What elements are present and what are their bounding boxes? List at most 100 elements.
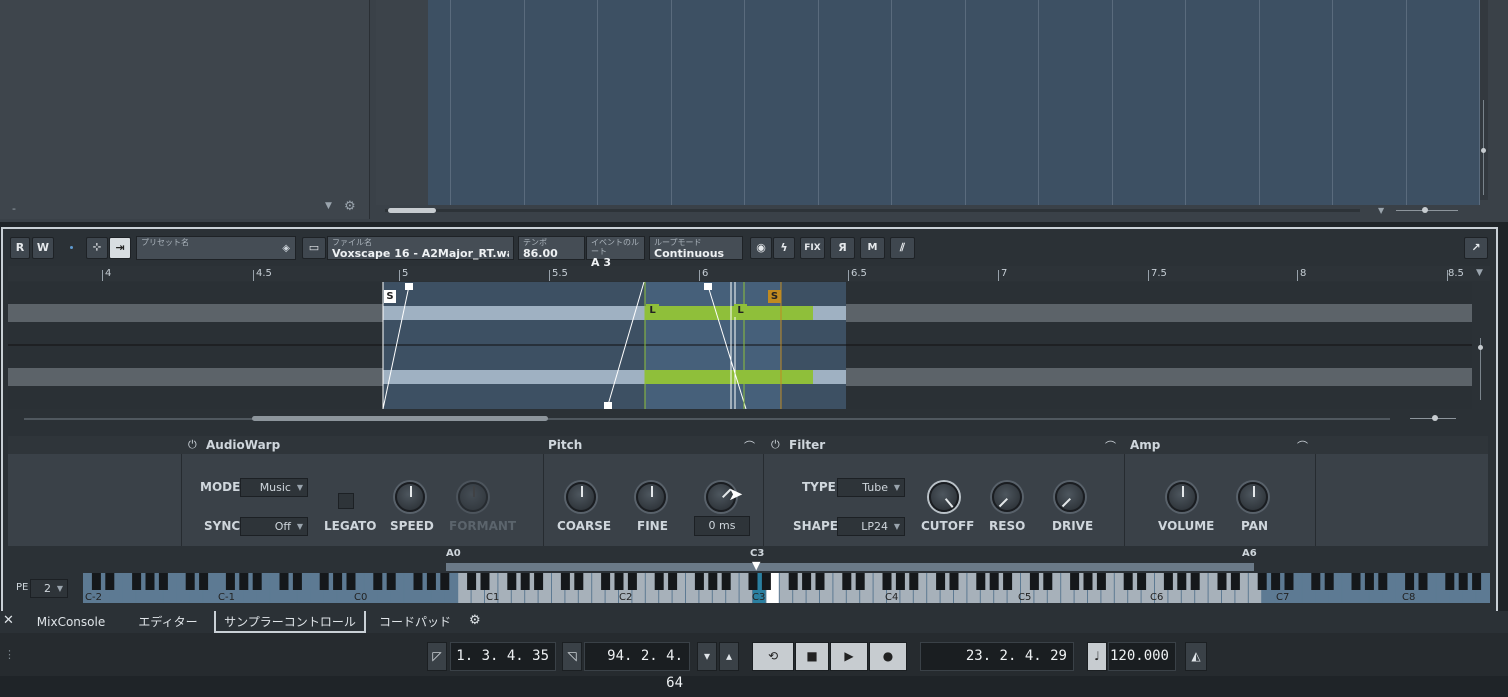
mode-dropdown[interactable]: Music	[240, 478, 308, 497]
key-range-bar[interactable]	[446, 563, 1254, 571]
tab-editor[interactable]: エディター	[128, 611, 208, 633]
root-key-marker-icon[interactable]: ▼	[752, 559, 760, 572]
select-tool-icon[interactable]: ⇥	[109, 237, 131, 259]
range-high-label: A6	[1242, 548, 1257, 559]
play-icon[interactable]: ▶	[830, 642, 868, 671]
speed-knob[interactable]	[395, 482, 425, 512]
reverse-button[interactable]: Я	[830, 237, 855, 259]
filter-envelope-icon[interactable]: ⌒	[1105, 438, 1116, 454]
filter-power-icon[interactable]: ⏻	[771, 438, 780, 452]
close-icon[interactable]: ✕	[3, 613, 14, 628]
fine-knob[interactable]	[636, 482, 666, 512]
audiowarp-power-icon[interactable]: ⏻	[188, 438, 197, 452]
pan-knob[interactable]	[1238, 482, 1268, 512]
fix-button[interactable]: FIX	[800, 237, 825, 259]
vertical-zoom[interactable]	[1480, 0, 1488, 200]
tempo-track-icon[interactable]: ♩	[1087, 642, 1107, 671]
right-locator-icon[interactable]: ◹	[562, 642, 582, 671]
horizontal-scrollbar[interactable]	[385, 209, 1360, 212]
lightning-icon[interactable]: ϟ	[773, 237, 795, 259]
sustain-marker-label[interactable]: S	[768, 290, 781, 303]
black-key	[319, 573, 329, 590]
event-root-field[interactable]: イベントのルート A 3	[586, 236, 645, 269]
filter-shape-dropdown[interactable]: LP24	[837, 517, 905, 536]
right-locator-field[interactable]: 94. 2. 4. 64	[584, 642, 690, 691]
formant-knob[interactable]	[458, 482, 488, 512]
black-key	[802, 573, 812, 590]
read-button[interactable]: R	[10, 237, 30, 259]
drive-label: DRIVE	[1052, 519, 1094, 533]
legato-checkbox[interactable]	[338, 493, 354, 509]
black-key	[507, 573, 517, 590]
warp-icon[interactable]: ⫽	[890, 237, 915, 259]
reso-knob[interactable]	[992, 482, 1022, 512]
wave-scrollbar-thumb[interactable]	[252, 416, 548, 421]
black-key	[373, 573, 383, 590]
write-button[interactable]: W	[32, 237, 54, 259]
zoom-dropdown-icon[interactable]: ▼	[1378, 206, 1384, 215]
time-ruler[interactable]: 4 4.5 5 5.5 6 6.5 7 7.5 8 8.5 ▼	[8, 266, 1490, 281]
wave-scrollbar[interactable]	[24, 418, 1390, 420]
cutoff-knob[interactable]	[929, 482, 959, 512]
wave-zoom[interactable]	[1478, 338, 1484, 400]
dropdown-icon[interactable]: ▼	[325, 201, 332, 211]
open-editor-icon[interactable]: ↗	[1464, 237, 1488, 259]
punch-in-icon[interactable]: ▾	[697, 642, 717, 671]
zoom-slider-handle[interactable]	[1422, 207, 1428, 213]
gear-icon[interactable]: ⚙	[344, 199, 356, 214]
ruler-dropdown-icon[interactable]: ▼	[1476, 268, 1483, 278]
snap-grid-icon[interactable]: ⊹	[86, 237, 108, 259]
black-key	[1123, 573, 1133, 590]
black-key	[105, 573, 115, 590]
filter-type-dropdown[interactable]: Tube	[837, 478, 905, 497]
wave-zoom-handle[interactable]	[1432, 415, 1438, 421]
pitch-ms-field[interactable]: 0 ms	[694, 516, 750, 536]
punch-out-icon[interactable]: ▴	[719, 642, 739, 671]
event-grid[interactable]	[428, 0, 1480, 205]
tab-mixconsole[interactable]: MixConsole	[28, 611, 114, 633]
tab-settings-gear-icon[interactable]: ⚙	[469, 613, 481, 628]
metronome-icon[interactable]: ◭	[1185, 642, 1207, 671]
cycle-icon[interactable]: ⟲	[752, 642, 794, 671]
record-target-icon[interactable]: ◉	[750, 237, 772, 259]
folder-icon[interactable]: ▭	[302, 237, 326, 259]
mono-button[interactable]: M	[860, 237, 885, 259]
black-key	[976, 573, 986, 590]
tab-chord-pads[interactable]: コードパッド	[370, 611, 460, 633]
loop-end-label[interactable]: L	[734, 304, 747, 317]
stop-icon[interactable]: ■	[795, 642, 829, 671]
start-marker-label[interactable]: S	[384, 290, 396, 303]
scrollbar-thumb[interactable]	[388, 208, 436, 213]
preset-icon[interactable]: ◈	[282, 243, 290, 254]
sync-dropdown[interactable]: Off	[240, 517, 308, 536]
tab-sampler-control[interactable]: サンプラーコントロール	[214, 611, 366, 633]
drive-knob[interactable]	[1055, 482, 1085, 512]
waveform-display[interactable]: S S L L	[8, 282, 1472, 409]
black-key	[145, 573, 155, 590]
speed-label: SPEED	[390, 519, 434, 533]
loop-mode-field[interactable]: ループモード Continuous	[649, 236, 743, 260]
coarse-knob[interactable]	[566, 482, 596, 512]
black-key	[989, 573, 999, 590]
left-locator-field[interactable]: 1. 3. 4. 35	[450, 642, 556, 671]
black-key	[199, 573, 209, 590]
preset-field[interactable]: プリセット名 ◈	[136, 236, 296, 260]
black-key	[1324, 573, 1334, 590]
loop-start-label[interactable]: L	[646, 304, 659, 317]
tempo-field[interactable]: 120.000	[1108, 642, 1176, 671]
black-key	[842, 573, 852, 590]
record-icon[interactable]: ●	[869, 642, 907, 671]
left-locator-icon[interactable]: ◸	[427, 642, 447, 671]
pe-dropdown[interactable]: 2	[30, 579, 68, 598]
volume-knob[interactable]	[1167, 482, 1197, 512]
octave-label: C3	[752, 592, 766, 603]
black-key	[1163, 573, 1173, 590]
ruler-label: 8.5	[1448, 268, 1464, 279]
tempo-field[interactable]: テンポ 86.00	[518, 236, 585, 260]
file-name-field[interactable]: ファイル名 Voxscape 16 - A2Major_RT.wav	[327, 236, 514, 260]
divider	[763, 454, 764, 546]
drag-handle-icon[interactable]: ⋮	[4, 648, 15, 661]
amp-envelope-icon[interactable]: ⌒	[1297, 438, 1308, 454]
pitch-envelope-icon[interactable]: ⌒	[744, 438, 755, 454]
position-field[interactable]: 23. 2. 4. 29	[920, 642, 1074, 671]
